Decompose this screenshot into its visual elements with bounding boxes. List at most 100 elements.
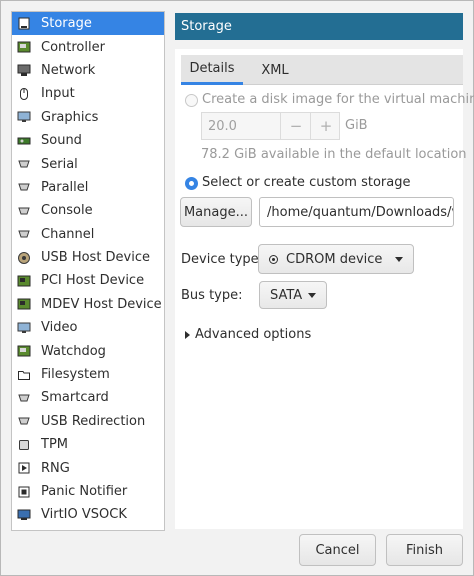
sidebar-item-graphics[interactable]: Graphics	[12, 106, 164, 129]
sidebar-item-controller[interactable]: Controller	[12, 35, 164, 58]
vsock-icon	[17, 508, 31, 522]
sidebar-item-smartcard[interactable]: Smartcard	[12, 386, 164, 409]
sidebar-item-label: Parallel	[41, 179, 89, 195]
sidebar-item-network[interactable]: Network	[12, 59, 164, 82]
decrement-button[interactable]: −	[280, 113, 311, 139]
video-icon	[17, 321, 31, 335]
controller-icon	[17, 40, 31, 54]
sidebar-item-channel[interactable]: Channel	[12, 223, 164, 246]
bus-type-label: Bus type:	[181, 288, 243, 303]
tab-bar: Details XML	[175, 49, 463, 85]
sidebar-item-label: Smartcard	[41, 390, 109, 406]
tab-details-label: Details	[189, 61, 235, 76]
sound-card-icon	[17, 134, 31, 148]
monitor-icon	[17, 110, 31, 124]
create-disk-image-label: Create a disk image for the virtual mach…	[202, 92, 474, 107]
mouse-icon	[17, 87, 31, 101]
sidebar-item-serial[interactable]: Serial	[12, 152, 164, 175]
sidebar-item-label: Input	[41, 86, 75, 102]
tab-strip: Details XML	[181, 55, 463, 85]
channel-port-icon	[17, 227, 31, 241]
chevron-down-icon	[308, 292, 316, 298]
sidebar-item-usb-redirection[interactable]: USB Redirection	[12, 410, 164, 433]
cancel-button-label: Cancel	[315, 542, 360, 558]
sidebar-item-pci-host-device[interactable]: PCI Host Device	[12, 269, 164, 292]
advanced-options-label: Advanced options	[195, 327, 312, 342]
sidebar-item-virtio-vsock[interactable]: VirtIO VSOCK	[12, 503, 164, 526]
panic-notifier-icon	[17, 485, 31, 499]
custom-storage-label: Select or create custom storage	[202, 175, 411, 190]
custom-storage-radio[interactable]	[185, 177, 198, 190]
network-icon	[17, 63, 31, 77]
sidebar-item-label: Sound	[41, 133, 82, 149]
chevron-right-icon	[185, 330, 190, 339]
page-title: Storage	[175, 13, 463, 40]
manage-button[interactable]: Manage...	[180, 197, 252, 227]
minus-icon: −	[289, 117, 303, 135]
sidebar-item-label: Video	[41, 320, 78, 336]
sidebar-item-label: RNG	[41, 460, 70, 476]
finish-button-label: Finish	[405, 542, 443, 558]
sidebar-item-parallel[interactable]: Parallel	[12, 176, 164, 199]
watchdog-icon	[17, 344, 31, 358]
sidebar-item-label: Watchdog	[41, 343, 106, 359]
usb-device-icon	[17, 251, 31, 265]
sidebar-item-tpm[interactable]: TPM	[12, 433, 164, 456]
hardware-type-list[interactable]: Storage Controller Network Input Graphics Sou…	[11, 11, 165, 531]
disk-size-spinner[interactable]: 20.0 − +	[201, 112, 340, 140]
device-type-dropdown[interactable]: CDROM device	[258, 244, 414, 274]
storage-panel: Details XML Create a disk image for the …	[175, 49, 474, 529]
page-title-text: Storage	[181, 19, 232, 34]
sidebar-item-label: Channel	[41, 226, 95, 242]
sidebar-item-label: Filesystem	[41, 367, 110, 383]
sidebar-item-label: Graphics	[41, 109, 99, 125]
sidebar-item-label: TPM	[41, 437, 68, 453]
disk-size-unit: GiB	[345, 118, 368, 133]
serial-port-icon	[17, 157, 31, 171]
bus-type-value: SATA	[270, 287, 303, 303]
sidebar-item-label: Panic Notifier	[41, 484, 128, 499]
create-disk-image-radio[interactable]	[185, 94, 198, 107]
bus-type-dropdown[interactable]: SATA	[259, 281, 327, 309]
sidebar-item-label: Controller	[41, 39, 105, 55]
console-port-icon	[17, 204, 31, 218]
cdrom-icon	[269, 254, 278, 264]
sidebar-item-label: Serial	[41, 156, 78, 172]
cancel-button[interactable]: Cancel	[299, 534, 376, 566]
sidebar-item-storage[interactable]: Storage	[12, 12, 164, 36]
storage-path-input[interactable]: /home/quantum/Downloads/v	[259, 197, 454, 227]
sidebar-item-mdev-host-device[interactable]: MDEV Host Device	[12, 293, 164, 316]
tab-xml[interactable]: XML	[257, 55, 293, 85]
sidebar-item-label: Console	[41, 203, 93, 219]
folder-icon	[17, 368, 31, 382]
sidebar-item-video[interactable]: Video	[12, 316, 164, 339]
disk-size-value: 20.0	[208, 119, 237, 134]
sidebar-item-sound[interactable]: Sound	[12, 129, 164, 152]
device-type-value: CDROM device	[286, 251, 383, 267]
sidebar-item-panic-notifier[interactable]: Panic Notifier	[12, 480, 164, 503]
device-type-label: Device type:	[181, 252, 264, 267]
smartcard-icon	[17, 391, 31, 405]
tab-details[interactable]: Details	[181, 55, 243, 85]
rng-icon	[17, 461, 31, 475]
sidebar-item-label: USB Redirection	[41, 413, 146, 429]
finish-button[interactable]: Finish	[386, 534, 463, 566]
sidebar-item-label: VirtIO VSOCK	[41, 507, 127, 523]
sidebar-item-label: MDEV Host Device	[41, 296, 162, 312]
mdev-card-icon	[17, 297, 31, 311]
pci-card-icon	[17, 274, 31, 288]
increment-button[interactable]: +	[310, 113, 341, 139]
sidebar-item-filesystem[interactable]: Filesystem	[12, 363, 164, 386]
sidebar-item-rng[interactable]: RNG	[12, 456, 164, 479]
usb-redirection-icon	[17, 414, 31, 428]
storage-icon	[17, 17, 31, 31]
chip-icon	[17, 438, 31, 452]
sidebar-item-console[interactable]: Console	[12, 199, 164, 222]
manage-button-label: Manage...	[183, 204, 249, 220]
sidebar-item-usb-host-device[interactable]: USB Host Device	[12, 246, 164, 269]
sidebar-item-watchdog[interactable]: Watchdog	[12, 339, 164, 362]
advanced-options-expander[interactable]: Advanced options	[185, 327, 311, 342]
parallel-port-icon	[17, 180, 31, 194]
sidebar-item-label: USB Host Device	[41, 250, 151, 266]
sidebar-item-input[interactable]: Input	[12, 82, 164, 105]
